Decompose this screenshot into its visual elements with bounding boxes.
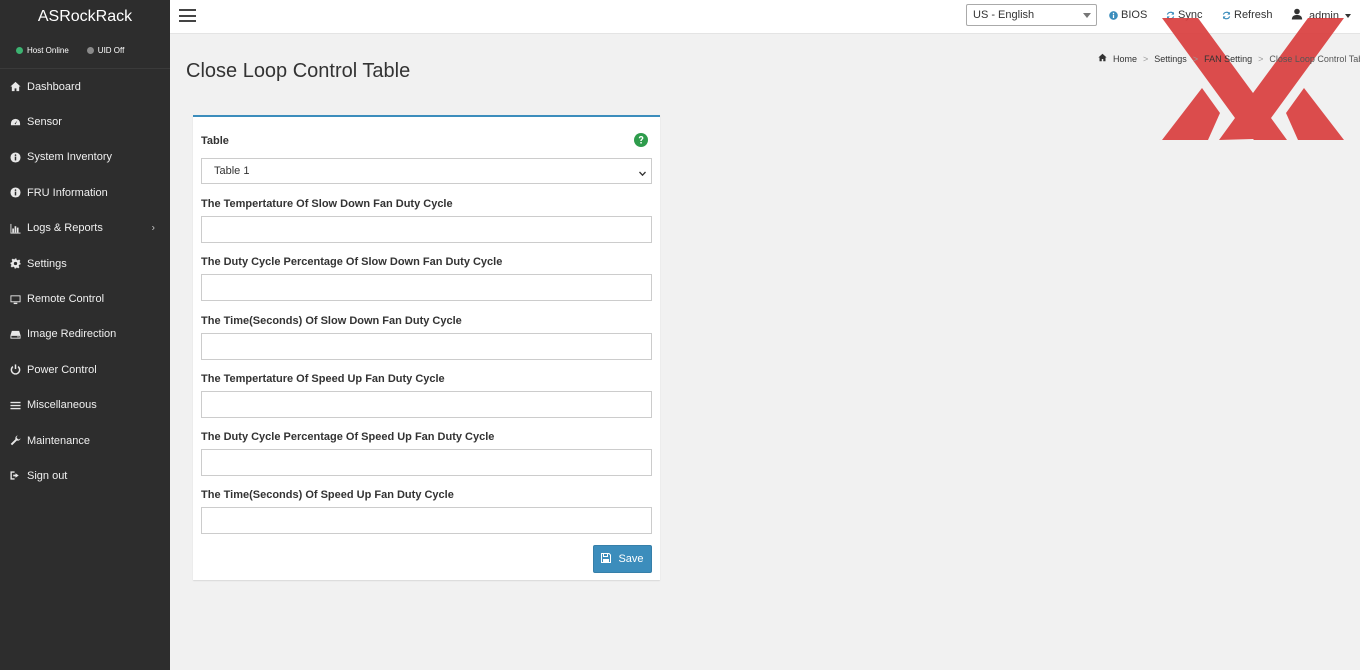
sidebar-item-label: Miscellaneous	[27, 399, 97, 412]
breadcrumb-settings[interactable]: Settings	[1154, 54, 1187, 64]
power-icon	[9, 364, 21, 376]
sidebar-item-logs-reports[interactable]: Logs & Reports ›	[0, 211, 170, 246]
sidebar-item-label: Maintenance	[27, 434, 90, 447]
speed-up-duty-percentage-input[interactable]	[201, 449, 652, 476]
brand-logo[interactable]: ASRockRack	[0, 0, 170, 33]
breadcrumb-current: Close Loop Control Table	[1269, 53, 1360, 64]
breadcrumb-separator: >	[1143, 53, 1149, 64]
speed-up-temperature-label: The Tempertature Of Speed Up Fan Duty Cy…	[201, 373, 445, 385]
host-online-dot-icon	[16, 47, 23, 54]
uid-status-label: UID Off	[97, 46, 125, 55]
breadcrumb-fan-setting[interactable]: FAN Setting	[1204, 54, 1252, 64]
sidebar-item-label: Power Control	[27, 363, 97, 376]
save-button[interactable]: Save	[593, 545, 652, 573]
status-row: Host Online UID Off	[0, 33, 170, 69]
slow-down-time-input[interactable]	[201, 333, 652, 360]
sidebar-item-sensor[interactable]: Sensor	[0, 104, 170, 139]
sidebar-item-label: Remote Control	[27, 293, 105, 306]
info-icon	[9, 151, 21, 163]
list-icon	[9, 399, 21, 411]
sidebar-item-power-control[interactable]: Power Control	[0, 352, 170, 387]
disk-icon	[9, 328, 21, 340]
sidebar-item-image-redirection[interactable]: Image Redirection	[0, 317, 170, 352]
speed-up-time-input[interactable]	[201, 507, 652, 534]
bios-link[interactable]: BIOS	[1109, 9, 1147, 21]
gear-icon	[9, 258, 21, 270]
sidebar-item-maintenance[interactable]: Maintenance	[0, 423, 170, 458]
slow-down-temperature-label: The Tempertature Of Slow Down Fan Duty C…	[201, 198, 453, 210]
wrench-icon	[9, 435, 21, 447]
chevron-down-icon	[639, 168, 646, 177]
slow-down-temperature-input[interactable]	[201, 216, 652, 243]
host-status-label: Host Online	[27, 46, 69, 55]
table-select[interactable]: Table 1	[201, 158, 652, 184]
hamburger-menu-icon[interactable]	[179, 9, 196, 22]
table-label: Table	[201, 135, 229, 147]
help-question-icon[interactable]	[634, 133, 648, 147]
sidebar-item-label: Sign out	[27, 469, 68, 482]
language-select[interactable]: US - English	[966, 4, 1097, 26]
chevron-down-icon	[1083, 13, 1091, 18]
sidebar: ASRockRack Host Online UID Off Dashboard…	[0, 0, 170, 670]
breadcrumb-separator: >	[1192, 53, 1199, 64]
uid-status: UID Off	[86, 46, 125, 55]
slow-down-duty-percentage-input[interactable]	[201, 274, 652, 301]
monitor-icon	[9, 293, 21, 305]
breadcrumb: Home > Settings > FAN Setting > Close Lo…	[1098, 53, 1360, 64]
sidebar-nav: Dashboard Sensor System Inventory FRU In…	[0, 69, 170, 494]
chevron-right-icon: ›	[151, 222, 155, 234]
sidebar-item-remote-control[interactable]: Remote Control	[0, 281, 170, 316]
breadcrumb-home[interactable]: Home	[1113, 54, 1137, 64]
uid-off-dot-icon	[86, 47, 94, 54]
host-status: Host Online	[16, 46, 69, 55]
sidebar-item-system-inventory[interactable]: System Inventory	[0, 140, 170, 175]
sidebar-item-settings[interactable]: Settings	[0, 246, 170, 281]
sidebar-item-dashboard[interactable]: Dashboard	[0, 69, 170, 104]
sidebar-item-label: FRU Information	[27, 186, 108, 199]
slow-down-time-label: The Time(Seconds) Of Slow Down Fan Duty …	[201, 315, 462, 327]
chevron-down-icon	[1344, 13, 1351, 18]
table-select-value: Table 1	[214, 165, 250, 177]
info-icon	[1109, 10, 1118, 20]
home-icon	[1098, 53, 1107, 64]
sidebar-item-label: Logs & Reports	[27, 222, 103, 235]
sidebar-item-label: Image Redirection	[27, 328, 117, 341]
bios-label: BIOS	[1121, 9, 1148, 21]
home-icon	[9, 81, 21, 93]
sidebar-item-label: Dashboard	[27, 80, 81, 93]
close-loop-form-panel: Table Table 1 The Tempertature Of Slow D…	[193, 115, 660, 580]
gauge-icon	[9, 116, 21, 128]
sidebar-item-label: Settings	[27, 257, 67, 270]
speed-up-time-label: The Time(Seconds) Of Speed Up Fan Duty C…	[201, 489, 454, 501]
sidebar-item-label: System Inventory	[27, 151, 112, 164]
speed-up-duty-percentage-label: The Duty Cycle Percentage Of Speed Up Fa…	[201, 431, 495, 443]
save-label: Save	[618, 553, 644, 565]
save-icon	[601, 552, 612, 566]
slow-down-duty-percentage-label: The Duty Cycle Percentage Of Slow Down F…	[201, 256, 503, 268]
sidebar-item-label: Sensor	[27, 116, 62, 129]
bar-chart-icon	[9, 222, 21, 234]
page-title: Close Loop Control Table	[186, 60, 411, 82]
sign-out-icon	[9, 470, 21, 482]
sidebar-item-fru-information[interactable]: FRU Information	[0, 175, 170, 210]
breadcrumb-separator: >	[1258, 53, 1264, 64]
speed-up-temperature-input[interactable]	[201, 391, 652, 418]
sidebar-item-sign-out[interactable]: Sign out	[0, 458, 170, 493]
info-icon	[9, 187, 21, 199]
sidebar-item-miscellaneous[interactable]: Miscellaneous	[0, 388, 170, 423]
asrock-logo-watermark	[1162, 18, 1344, 140]
language-select-value: US - English	[973, 9, 1035, 21]
